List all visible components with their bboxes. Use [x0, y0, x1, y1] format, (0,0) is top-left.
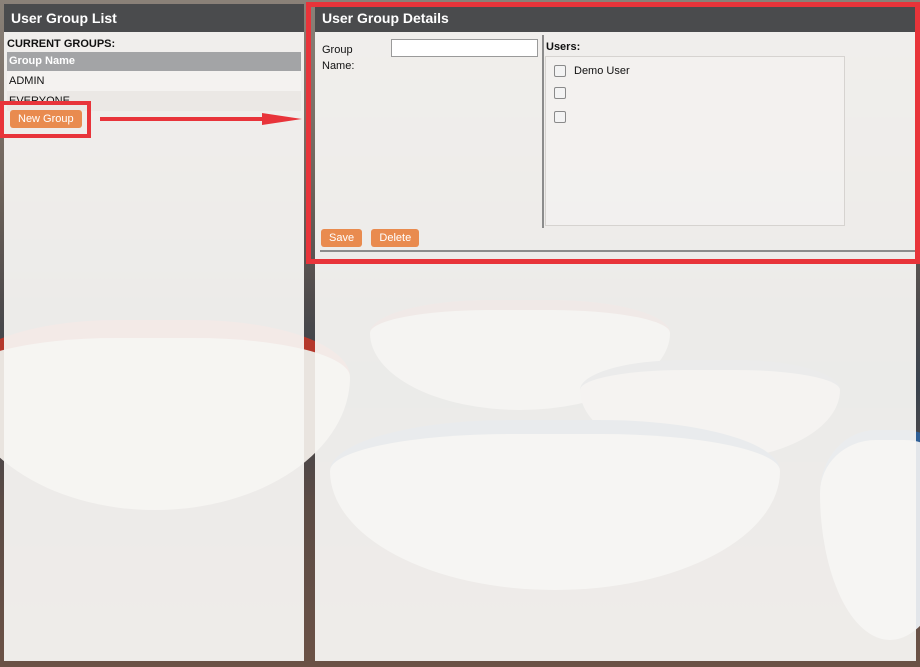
group-row-admin[interactable]: ADMIN: [7, 71, 301, 91]
current-groups-label: CURRENT GROUPS:: [7, 38, 116, 50]
panel-title: User Group List: [4, 4, 304, 32]
details-highlight: [306, 2, 920, 264]
new-group-highlight: New Group: [0, 101, 91, 138]
group-name-column-header: Group Name: [7, 52, 301, 71]
annotation-arrow: [100, 113, 302, 125]
new-group-button[interactable]: New Group: [10, 110, 82, 128]
